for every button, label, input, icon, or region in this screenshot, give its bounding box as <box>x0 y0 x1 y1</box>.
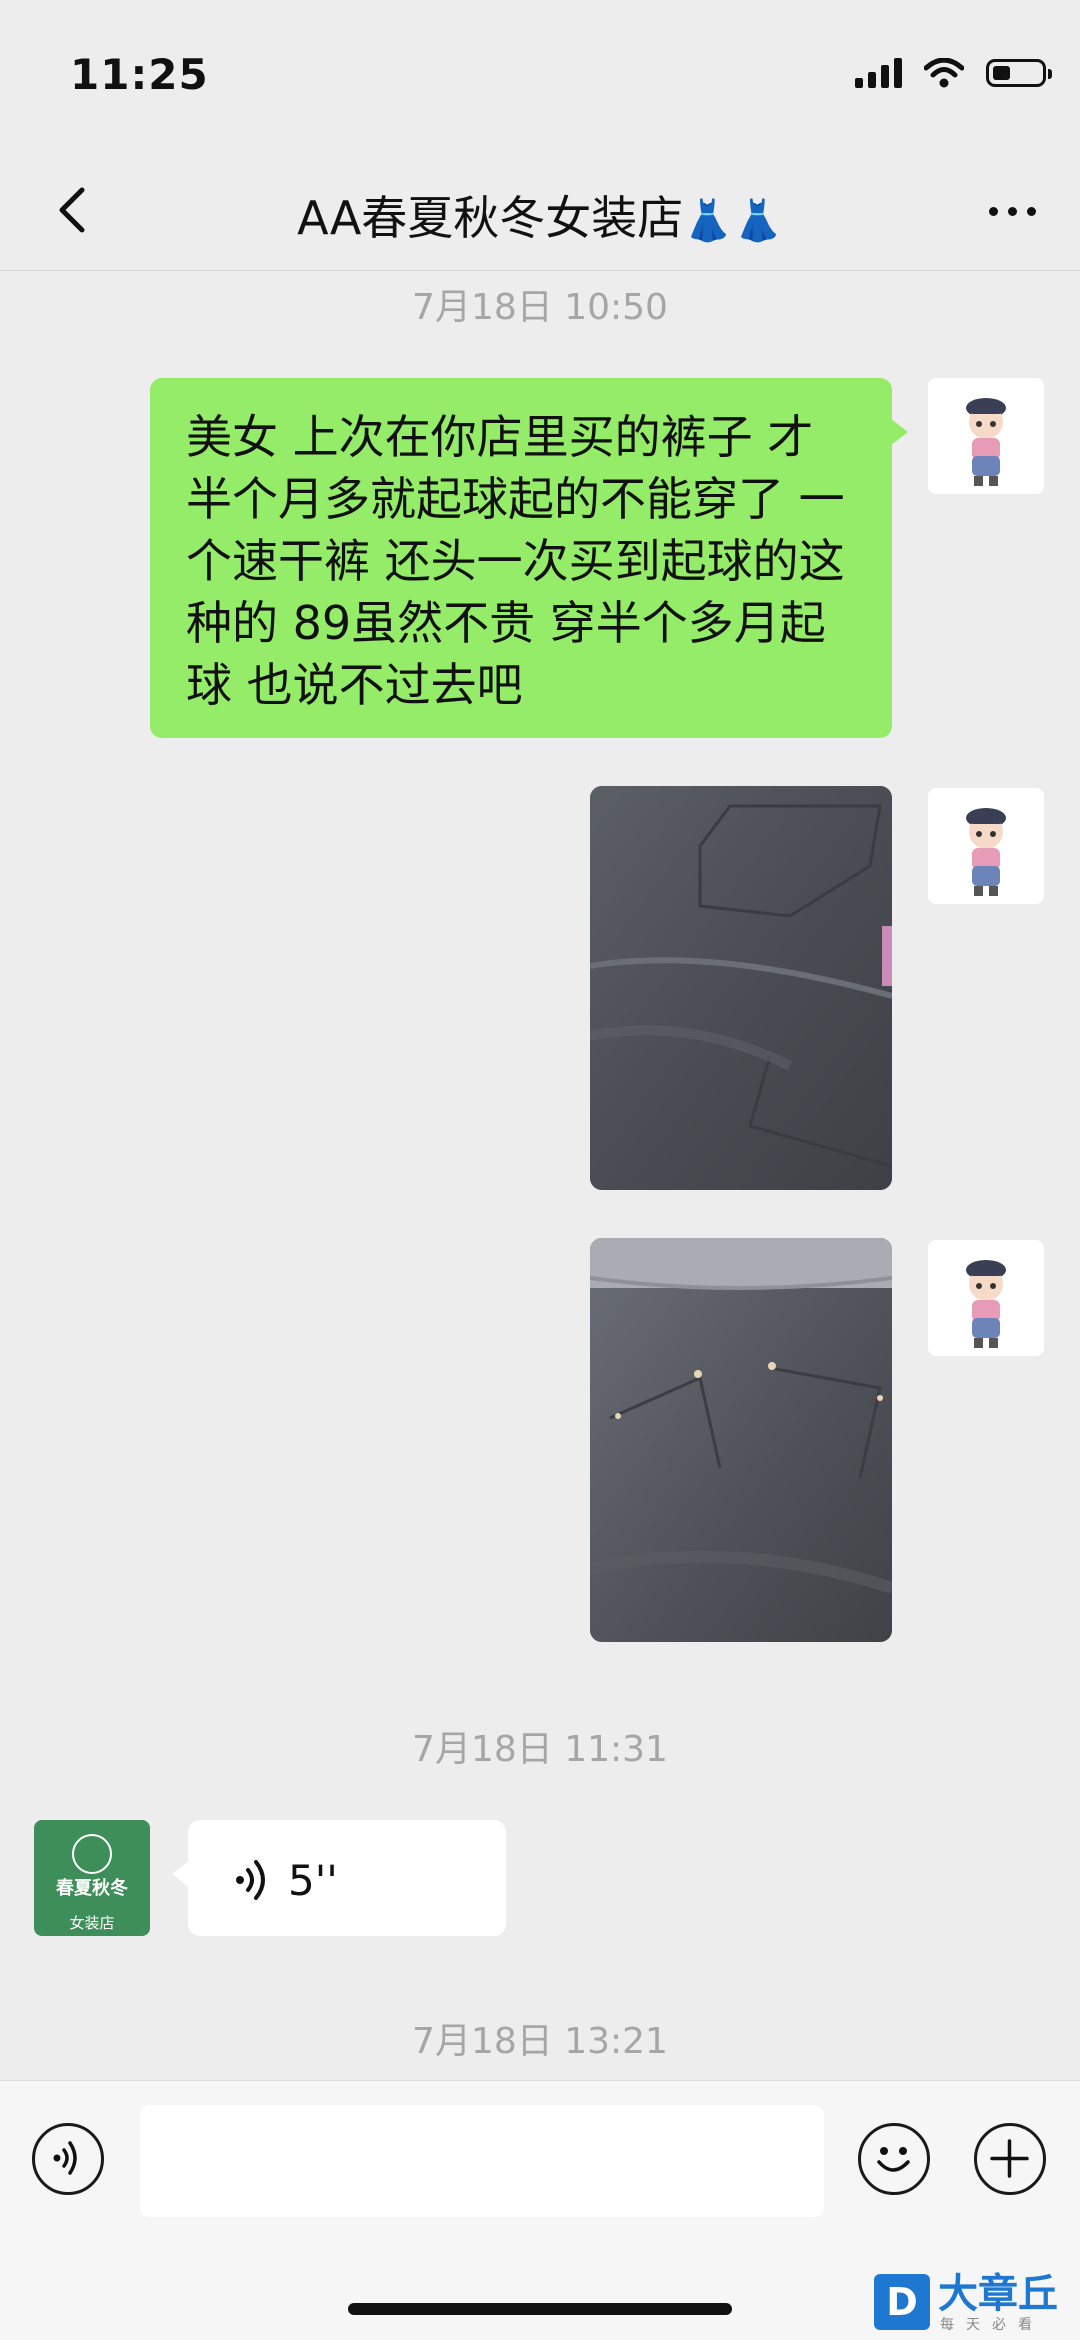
message-photo-1[interactable] <box>590 786 892 1190</box>
watermark-brand: 大章丘 <box>938 2271 1058 2317</box>
more-options-button[interactable] <box>976 196 1036 226</box>
status-icons <box>855 58 1052 88</box>
shop-avatar-line1: 春夏秋冬 <box>56 1878 128 1899</box>
shop-avatar-line2: 女装店 <box>69 1914 115 1932</box>
voice-wave-icon <box>53 2141 77 2175</box>
text-message-bubble[interactable]: 美女 上次在你店里买的裤子 才半个月多就起球起的不能穿了 一个速干裤 还头一次买… <box>150 378 908 738</box>
input-bar: D 大章丘 每天必看 <box>0 2080 1080 2340</box>
watermark-logo-icon: D <box>874 2274 930 2330</box>
pants-photo-icon <box>590 1238 892 1642</box>
voice-message-bubble[interactable]: 5'' <box>172 1820 506 1936</box>
message-timestamp: 7月18日 11:31 <box>412 1729 668 1770</box>
user-avatar[interactable] <box>928 378 1044 494</box>
chat-title: AA春夏秋冬女装店👗👗 <box>0 182 1080 248</box>
chat-header: AA春夏秋冬女装店👗👗 <box>0 150 1080 271</box>
cellular-signal-icon <box>855 58 902 88</box>
smiley-face-icon <box>877 2147 910 2172</box>
cartoon-girl-avatar-icon <box>966 808 1006 896</box>
plus-icon <box>990 2139 1029 2178</box>
user-avatar[interactable] <box>928 788 1044 904</box>
emoji-button[interactable] <box>858 2123 930 2195</box>
user-avatar[interactable] <box>928 1240 1044 1356</box>
pants-photo-icon <box>590 786 892 1190</box>
more-functions-button[interactable] <box>974 2123 1046 2195</box>
cartoon-girl-avatar-icon <box>966 1260 1006 1348</box>
home-indicator <box>348 2303 732 2315</box>
cartoon-girl-avatar-icon <box>966 398 1006 486</box>
voice-input-button[interactable] <box>32 2123 104 2195</box>
watermark-slogan: 每天必看 <box>940 2317 1044 2333</box>
message-timestamp: 7月18日 13:21 <box>412 2021 668 2062</box>
shop-avatar[interactable]: 春夏秋冬 女装店 <box>34 1820 150 1936</box>
watermark: D 大章丘 每天必看 <box>874 2274 1070 2334</box>
status-bar: 11:25 <box>0 0 1080 150</box>
battery-icon <box>986 59 1052 87</box>
message-input[interactable] <box>140 2105 824 2217</box>
status-time: 11:25 <box>70 50 209 99</box>
chat-title-text: AA春夏秋冬女装店 <box>297 191 684 245</box>
shop-logo-icon <box>72 1834 112 1874</box>
message-photo-2[interactable] <box>590 1238 892 1642</box>
dress-emoji: 👗👗 <box>683 198 783 244</box>
voice-duration: 5'' <box>288 1856 338 1905</box>
message-timestamp: 7月18日 10:50 <box>412 287 668 328</box>
wifi-icon <box>924 58 964 88</box>
voice-wave-icon <box>236 1860 265 1900</box>
